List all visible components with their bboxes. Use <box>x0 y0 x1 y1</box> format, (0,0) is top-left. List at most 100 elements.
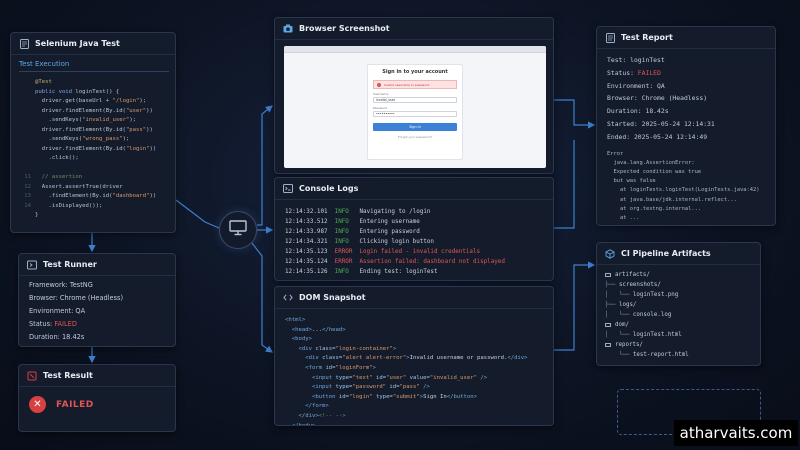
dom-code-lines: <html> <head>...</head> <body> <div clas… <box>275 309 553 425</box>
artifact-item[interactable]: artifacts/ <box>605 270 752 280</box>
log-level: ERROR <box>334 259 353 265</box>
dom-token: value= <box>406 374 430 381</box>
code-icon <box>283 293 293 303</box>
line-number <box>11 126 31 136</box>
detail-value: 18.42s <box>61 333 85 341</box>
folder-icon <box>605 342 611 348</box>
log-time: 12:14:33.987 <box>285 229 328 235</box>
report-detail-row: Started: 2025-05-24 12:14:31 <box>607 118 765 131</box>
code-line: .sendKeys("invalid_user"); <box>35 116 156 126</box>
tree-branch: └── <box>605 352 633 358</box>
code-token: "dashboard" <box>112 193 150 199</box>
stack-trace-line: java.lang.AssertionError: <box>607 159 695 166</box>
log-message: Entering username <box>359 219 420 225</box>
artifact-name: reports/ <box>615 342 643 348</box>
code-token: "/login" <box>112 98 140 104</box>
dom-token: <input <box>311 384 336 391</box>
detail-label: Environment: <box>607 81 658 90</box>
dom-token: id= <box>325 364 336 371</box>
dom-line: </body> <box>285 422 543 425</box>
dom-line: <body> <box>285 335 543 345</box>
code-token: ); <box>129 117 137 123</box>
folder-icon <box>605 322 611 328</box>
tree-branch: │ └── <box>605 332 633 338</box>
log-message: Navigating to /login <box>359 209 431 215</box>
code-token: .click(); <box>35 155 79 161</box>
line-number <box>11 78 31 88</box>
dom-token: "loginForm" <box>335 364 373 371</box>
dom-panel-title: DOM Snapshot <box>299 293 366 302</box>
line-number <box>11 107 31 117</box>
tab-test-execution[interactable]: Test Execution <box>19 60 169 72</box>
line-number: 14 <box>24 202 31 209</box>
login-error-alert: Invalid username or password. <box>373 80 457 89</box>
dom-snapshot-panel: DOM Snapshot <html> <head>...</head> <bo… <box>274 286 554 426</box>
detail-value: Chrome (Headless) <box>641 94 708 103</box>
password-field[interactable]: •••••••••• <box>373 111 457 117</box>
code-line: driver.findElement(By.id("login")) <box>35 145 157 155</box>
forgot-password-link[interactable]: Forgot your password? <box>368 135 462 139</box>
artifact-item[interactable]: ├── logs/ <box>605 300 752 310</box>
code-line: driver.get(baseUrl + "/login"); <box>35 97 156 107</box>
artifact-item[interactable]: reports/ <box>605 340 752 350</box>
report-detail-row: Environment: QA <box>607 80 765 93</box>
dom-line: </div><!-- --> <box>285 412 543 422</box>
runner-icon <box>27 260 37 270</box>
log-level: INFO <box>334 219 349 225</box>
sign-in-button[interactable]: Sign in <box>373 123 457 131</box>
monitor-icon <box>229 220 247 240</box>
code-token: ); <box>139 98 147 104</box>
dom-token: <div <box>298 345 316 352</box>
artifact-item[interactable]: │ └── loginTest.png <box>605 290 752 300</box>
runner-panel-title: Test Runner <box>43 260 97 269</box>
username-field[interactable]: invalid_user <box>373 97 457 103</box>
dom-token: "alert alert-error" <box>342 355 407 362</box>
code-line: .sendKeys("wrong_pass"); <box>35 135 156 145</box>
log-time: 12:14:35.126 <box>285 269 328 275</box>
artifact-item[interactable]: ├── screenshots/ <box>605 280 752 290</box>
line-number-gutter: 11 12 13 14 <box>11 78 35 221</box>
java-code-block: 11 12 13 14 @Test public void loginTest() { … <box>11 76 175 221</box>
artifact-name: artifacts/ <box>615 272 650 278</box>
code-token: } <box>35 212 39 218</box>
stack-trace-line: at org.testng.internal... <box>607 205 702 212</box>
code-token: .sendKeys( <box>35 117 83 123</box>
dom-token: > <box>392 345 397 352</box>
code-token: "invalid_user" <box>82 117 130 123</box>
report-detail-row: Test: loginTest <box>607 54 765 67</box>
artifact-item[interactable]: │ └── console.log <box>605 310 752 320</box>
runner-details: Framework: TestNG Browser: Chrome (Headle… <box>19 276 175 346</box>
runner-detail-row: Browser: Chrome (Headless) <box>29 292 165 305</box>
artifact-item[interactable]: │ └── loginTest.html <box>605 330 752 340</box>
code-token: driver.findElement(By.id( <box>35 145 126 152</box>
dom-token: </button> <box>446 393 478 400</box>
artifact-item[interactable]: └── test-report.html <box>605 350 752 360</box>
browser-panel-header: Browser Screenshot <box>275 18 553 40</box>
detail-label: Status: <box>29 320 55 328</box>
code-token: "user" <box>125 107 147 114</box>
dom-token: "login" <box>349 393 373 400</box>
dom-token: "user" <box>386 374 407 381</box>
tree-branch: ├── <box>605 302 619 308</box>
log-line: 12:14:35.126 INFO Ending test: loginTest <box>285 267 543 277</box>
line-number <box>11 154 31 164</box>
code-line: .click(); <box>35 154 156 164</box>
dom-token: "invalid_user" <box>429 374 478 381</box>
detail-label: Environment: <box>29 307 76 315</box>
code-line: @Test <box>35 78 156 88</box>
report-detail-row: Browser: Chrome (Headless) <box>607 92 765 105</box>
dom-token: <button <box>311 393 339 400</box>
dom-token: id= <box>386 384 400 391</box>
log-message: Assertion failed: dashboard not displaye… <box>359 259 505 265</box>
report-detail-row: Ended: 2025-05-24 12:14:49 <box>607 131 765 144</box>
report-detail-row: Status: FAILED <box>607 67 765 80</box>
code-line: public void loginTest() { <box>35 88 156 98</box>
dom-line: <div class="alert alert-error">Invalid u… <box>285 354 543 364</box>
code-token: driver.findElement(By.id( <box>35 126 126 133</box>
console-panel-title: Console Logs <box>299 184 359 193</box>
dom-token: "text" <box>352 374 373 381</box>
detail-label: Ended: <box>607 132 634 141</box>
artifact-item[interactable]: dom/ <box>605 320 752 330</box>
line-number: 11 <box>24 174 31 180</box>
stack-trace-line: at ... <box>607 215 640 221</box>
